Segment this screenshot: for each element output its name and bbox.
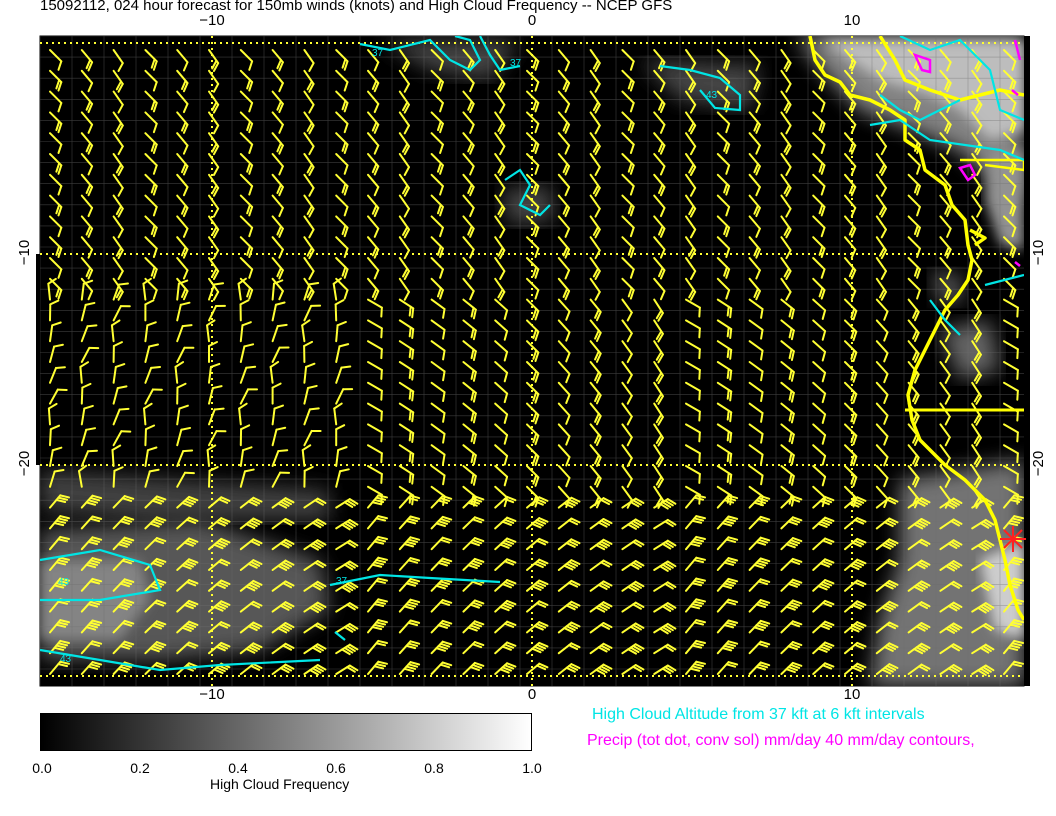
colorbar-tick: 0.8 bbox=[424, 760, 444, 776]
colorbar-tick: 1.0 bbox=[522, 760, 542, 776]
colorbar bbox=[40, 713, 532, 751]
y-tick-left: −20 bbox=[16, 450, 34, 477]
x-tick-top: 10 bbox=[843, 12, 861, 29]
weather-map: 37 43 37 43 43 37 bbox=[36, 35, 1030, 687]
y-tick-right: −10 bbox=[1030, 239, 1048, 266]
x-tick-bottom: 10 bbox=[843, 686, 861, 703]
colorbar-tick: 0.0 bbox=[32, 760, 52, 776]
left-margin-mark bbox=[36, 254, 40, 465]
x-tick-top: −10 bbox=[199, 12, 225, 29]
x-tick-bottom: −10 bbox=[199, 686, 225, 703]
contour-label: 37 bbox=[510, 58, 522, 69]
contour-label: 43 bbox=[58, 577, 70, 588]
colorbar-label: High Cloud Frequency bbox=[210, 776, 350, 792]
colorbar-tick: 0.6 bbox=[326, 760, 346, 776]
contour-label: 37 bbox=[372, 48, 384, 59]
colorbar-tick: 0.2 bbox=[130, 760, 150, 776]
colorbar-tick: 0.4 bbox=[228, 760, 248, 776]
y-tick-left: −10 bbox=[16, 239, 34, 266]
cloud-altitude-note: High Cloud Altitude from 37 kft at 6 kft… bbox=[592, 706, 925, 723]
x-tick-bottom: 0 bbox=[527, 686, 537, 703]
contour-label: 43 bbox=[60, 654, 72, 665]
precip-note: Precip (tot dot, conv sol) mm/day 40 mm/… bbox=[587, 732, 975, 749]
contour-label: 37 bbox=[336, 576, 348, 587]
contour-label: 43 bbox=[706, 90, 718, 101]
right-margin bbox=[1024, 36, 1030, 686]
x-tick-top: 0 bbox=[527, 12, 537, 29]
y-tick-right: −20 bbox=[1030, 450, 1048, 477]
